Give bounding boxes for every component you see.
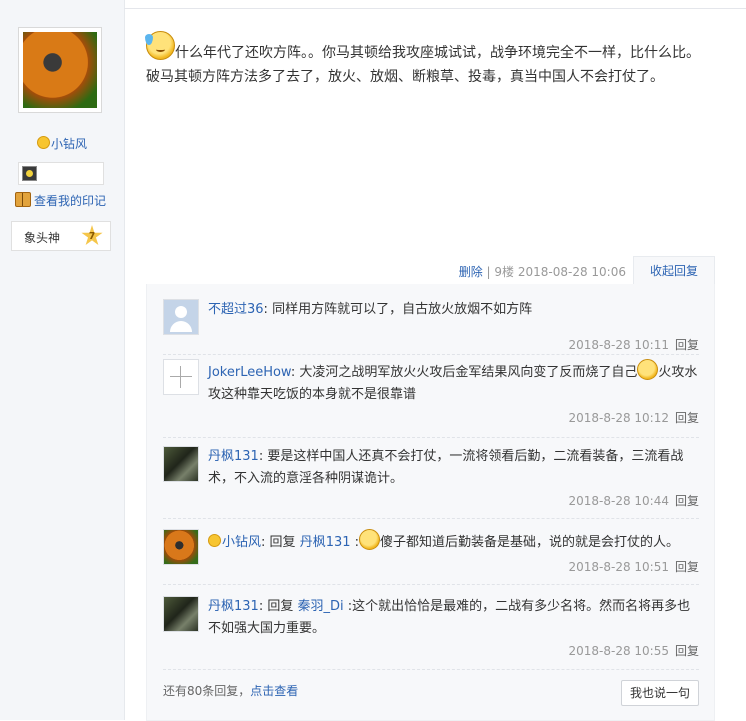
reply-meta: 2018-8-28 10:12 回复	[568, 409, 699, 426]
reply-button[interactable]: 回复	[675, 494, 699, 508]
rank-title: 象头神	[24, 231, 61, 245]
fold-replies-button[interactable]: 收起回复	[633, 256, 715, 285]
reply-user[interactable]: JokerLeeHow	[208, 365, 291, 380]
reply-input-button[interactable]: 我也说一句	[621, 680, 699, 706]
reply-item: 丹枫131: 要是这样中国人还真不会打仗，一流将领看后勤，二流看装备，三流看战术…	[163, 446, 699, 519]
badge-box[interactable]	[18, 162, 104, 185]
reply-avatar[interactable]	[163, 446, 199, 482]
reply-user[interactable]: 丹枫131	[208, 449, 259, 464]
reply-time: 2018-8-28 10:51	[568, 560, 669, 574]
reply-prefix: 回复	[267, 599, 294, 614]
reply-user[interactable]: 不超过36	[208, 302, 264, 317]
reply-target[interactable]: 秦羽_Di	[298, 599, 344, 614]
more-replies: 还有80条回复，点击查看	[163, 682, 298, 699]
reply-item: 丹枫131: 回复 秦羽_Di :这个就出恰恰是最难的，二战有多少名将。然而名将…	[163, 596, 699, 670]
reply-meta: 2018-8-28 10:51 回复	[568, 558, 699, 575]
badge-icon	[22, 166, 37, 181]
smile-emoji-icon	[637, 359, 659, 380]
post-content: 什么年代了还吹方阵。。你马其顿给我攻座城试试，战争环境完全不一样，比什么比。 破…	[146, 41, 726, 89]
reply-text: 同样用方阵就可以了，自古放火放烟不如方阵	[272, 302, 533, 317]
reply-body: JokerLeeHow: 大凌河之战明军放火火攻后金军结果风向变了反而烧了自己火…	[208, 359, 698, 406]
reply-meta: 2018-8-28 10:44 回复	[568, 492, 699, 509]
floor-number: 9楼	[494, 265, 515, 279]
reply-meta: 2018-8-28 10:11 回复	[568, 336, 699, 353]
rank-badge[interactable]: 象头神 7	[11, 221, 111, 251]
reply-user[interactable]: 丹枫131	[208, 599, 259, 614]
book-icon	[15, 192, 31, 207]
author-name[interactable]: 小钻风	[51, 137, 87, 151]
reply-avatar[interactable]	[163, 529, 199, 565]
author-avatar[interactable]	[18, 27, 102, 113]
reply-meta: 2018-8-28 10:55 回复	[568, 642, 699, 659]
reply-prefix: 回复	[269, 535, 296, 550]
reply-item: 不超过36: 同样用方阵就可以了，自古放火放烟不如方阵 2018-8-28 10…	[163, 299, 699, 355]
author-name-row[interactable]: 小钻风	[0, 135, 124, 152]
reply-time: 2018-8-28 10:11	[568, 338, 669, 352]
author-sidebar: 小钻风 查看我的印记 象头神 7	[0, 0, 125, 720]
reply-item: JokerLeeHow: 大凌河之战明军放火火攻后金军结果风向变了反而烧了自己火…	[163, 359, 699, 438]
reply-time: 2018-8-28 10:44	[568, 494, 669, 508]
post-line-2: 破马其顿方阵方法多了去了，放火、放烟、断粮草、投毒，真当中国人不会打仗了。	[146, 69, 664, 85]
reply-body: 丹枫131: 要是这样中国人还真不会打仗，一流将领看后勤，二流看装备，三流看战术…	[208, 449, 684, 486]
user-emoji-icon	[208, 534, 221, 547]
reply-body: 小钻风: 回复 丹枫131 : 傻子都知道后勤装备是基础，说的就是会打仗的人。	[208, 529, 698, 554]
rank-star-icon: 7	[81, 225, 103, 246]
reply-body: 丹枫131: 回复 秦羽_Di :这个就出恰恰是最难的，二战有多少名将。然而名将…	[208, 599, 691, 636]
reply-user[interactable]: 小钻风	[222, 535, 261, 550]
reply-button[interactable]: 回复	[675, 644, 699, 658]
more-replies-text: 还有80条回复，	[163, 684, 251, 698]
reply-text: 傻子都知道后勤装备是基础，说的就是会打仗的人。	[380, 535, 680, 550]
delete-link[interactable]: 删除	[459, 265, 483, 279]
reply-button[interactable]: 回复	[675, 338, 699, 352]
reply-button[interactable]: 回复	[675, 411, 699, 425]
post-meta: 删除 | 9楼 2018-08-28 10:06	[458, 265, 626, 279]
reply-button[interactable]: 回复	[675, 560, 699, 574]
reply-text: 要是这样中国人还真不会打仗，一流将领看后勤，二流看装备，三流看战术，不入流的意淫…	[208, 449, 684, 486]
view-marks-link[interactable]: 查看我的印记	[15, 192, 106, 209]
reply-item: 小钻风: 回复 丹枫131 : 傻子都知道后勤装备是基础，说的就是会打仗的人。 2…	[163, 529, 699, 585]
reply-panel: 不超过36: 同样用方阵就可以了，自古放火放烟不如方阵 2018-8-28 10…	[146, 284, 715, 721]
avatar-image	[23, 32, 97, 108]
smile-emoji-icon	[359, 529, 381, 550]
view-more-link[interactable]: 点击查看	[250, 684, 298, 698]
post-line-1: 什么年代了还吹方阵。。你马其顿给我攻座城试试，战争环境完全不一样，比什么比。	[175, 45, 700, 61]
reply-avatar[interactable]	[163, 596, 199, 632]
reply-avatar[interactable]	[163, 299, 199, 335]
reply-time: 2018-8-28 10:55	[568, 644, 669, 658]
view-marks-label: 查看我的印记	[34, 194, 107, 208]
reply-text: 大凌河之战明军放火火攻后金军结果风向变了反而烧了自己	[299, 365, 638, 380]
reply-avatar[interactable]	[163, 359, 199, 395]
reply-target[interactable]: 丹枫131	[300, 535, 351, 550]
top-divider	[124, 0, 746, 9]
reply-time: 2018-8-28 10:12	[568, 411, 669, 425]
user-emoji-icon	[36, 136, 50, 149]
reply-body: 不超过36: 同样用方阵就可以了，自古放火放烟不如方阵	[208, 302, 533, 317]
post-datetime: 2018-08-28 10:06	[517, 265, 626, 279]
